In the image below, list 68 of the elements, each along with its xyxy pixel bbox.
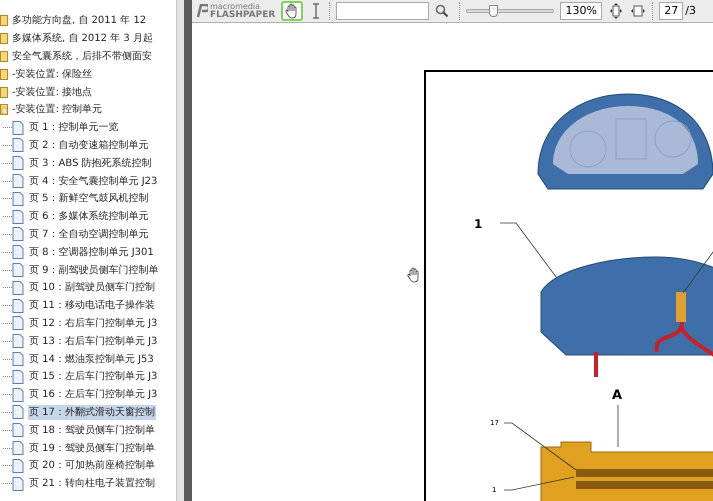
tree-item[interactable]: 页 20：可加热前座椅控制单 [28, 458, 156, 474]
logo-text: FLASHPAPER [210, 11, 276, 19]
page-icon [12, 138, 24, 152]
logo-text: macromedia [210, 3, 260, 11]
tree-item[interactable]: 页 10：副驾驶员侧车门控制 [28, 280, 156, 296]
hand-icon [285, 3, 300, 19]
tree-item[interactable]: 页 8：空调器控制单元 J301 [28, 244, 155, 260]
search-icon[interactable] [435, 4, 450, 18]
hand-cursor-icon [407, 267, 421, 283]
page-icon [12, 458, 24, 473]
tree-item[interactable]: 页 21：转向柱电子装置控制 [28, 476, 156, 492]
page-icon [12, 120, 24, 135]
scrollbar[interactable] [176, 0, 184, 501]
tree-item[interactable]: 页 14：燃油泵控制单元 J53 [28, 352, 155, 367]
tree-item[interactable]: 页 19：驾驶员侧车门控制单 [28, 440, 156, 456]
page-icon [12, 370, 24, 384]
tree-item[interactable]: 页 18：驾驶员侧车门控制单 [28, 422, 156, 438]
page-icon [12, 192, 24, 206]
tree-item[interactable]: 页 2：自动变速箱控制单元 [28, 138, 150, 153]
tree-item[interactable]: 页 4：安全气囊控制单元 J23 [28, 174, 158, 189]
hand-tool-button[interactable] [281, 1, 304, 21]
tree-item[interactable]: 安全气囊系统，后排不带侧面安 [11, 48, 153, 64]
page-number-field[interactable]: 27 [659, 2, 684, 20]
fit-height-icon[interactable] [608, 3, 624, 19]
page-icon [12, 156, 24, 170]
page-total: /3 [685, 2, 696, 19]
tree-item[interactable]: 页 17：外翻式滑动天窗控制 [28, 404, 156, 420]
callout-number: 1 [474, 216, 482, 233]
tree-item[interactable]: -安装位置: 控制单元 [11, 102, 104, 118]
text-cursor-icon [313, 3, 320, 19]
logo-icon [196, 4, 208, 18]
page-icon [12, 245, 24, 260]
tree-item[interactable]: 页 7：全自动空调控制单元 [28, 226, 150, 242]
page-icon [12, 227, 24, 242]
page-icon [12, 280, 24, 295]
page-icon [12, 316, 24, 330]
zoom-slider[interactable] [466, 3, 554, 19]
tree-item[interactable]: 页 5：新鲜空气鼓风机控制 [28, 191, 150, 206]
tree-item[interactable]: 多功能方向盘, 自 2011 年 12 [11, 13, 148, 28]
tree-item[interactable]: 页 11：移动电话电子操作装 [28, 298, 156, 314]
tree-item[interactable]: 页 15：左后车门控制单元 J3 [28, 369, 158, 384]
tree-item[interactable]: -安装位置: 接地点 [11, 84, 94, 100]
tree-item[interactable]: 页 16：左后车门控制单元 J3 [28, 387, 158, 402]
leader-line [504, 476, 576, 492]
page-icon [12, 298, 24, 313]
page-icon [12, 441, 24, 456]
tree-item[interactable]: 页 6：多媒体系统控制单元 [28, 209, 150, 224]
page-icon [12, 405, 24, 420]
tree-item[interactable]: 页 3：ABS 防抱死系统控制 [28, 156, 153, 171]
search-field[interactable] [336, 2, 430, 20]
tree-item[interactable]: 页 12：右后车门控制单元 J3 [28, 316, 158, 331]
page-icon [12, 174, 24, 188]
page-icon [12, 210, 24, 224]
leader-line [617, 405, 619, 447]
page-icon [12, 334, 24, 348]
fit-width-icon[interactable] [630, 3, 646, 19]
tree-item[interactable]: 页 9：副驾驶员侧车门控制单 [28, 262, 160, 278]
zoom-field[interactable]: 130% [560, 2, 602, 20]
page-icon [12, 423, 24, 438]
tree-item[interactable]: -安装位置: 保险丝 [11, 66, 94, 82]
tree-item[interactable]: 页 13：右后车门控制单元 J3 [28, 334, 158, 349]
tree-item[interactable]: 页 1：控制单元一览 [28, 120, 120, 136]
page-icon [12, 476, 24, 491]
page-icon [12, 263, 24, 278]
page-icon [12, 388, 24, 402]
page-icon [12, 352, 24, 366]
tree-item[interactable]: 多媒体系统, 自 2012 年 3 月起 [11, 31, 154, 46]
callout-letter: A [612, 387, 622, 405]
